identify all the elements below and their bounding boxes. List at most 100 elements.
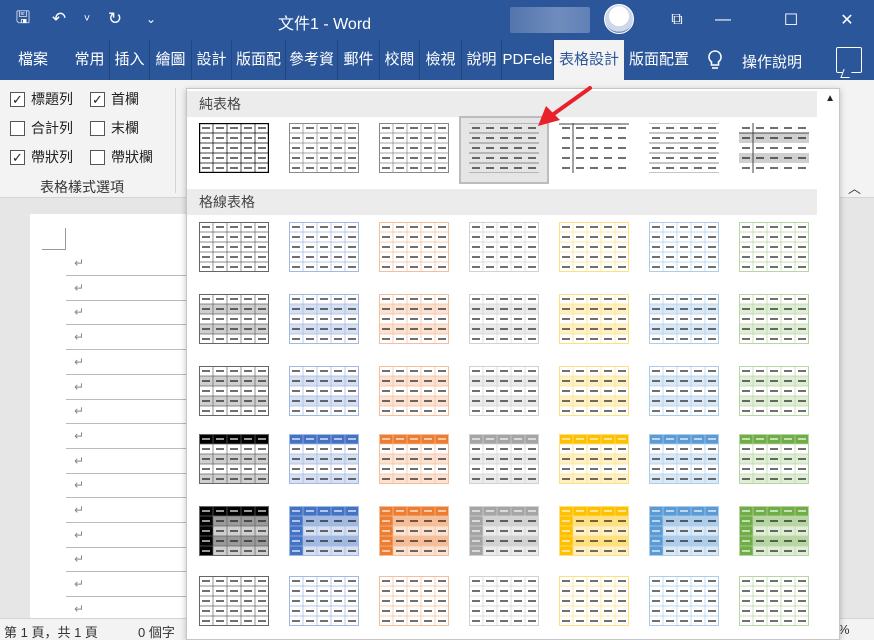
tab-insert[interactable]: 插入: [110, 40, 150, 80]
table-style-preview-icon: [559, 222, 629, 272]
grid-table-style-2-7[interactable]: [731, 289, 817, 353]
grid-table-style-2-1[interactable]: [191, 289, 277, 353]
grid-table-style-2-6[interactable]: [641, 289, 727, 353]
lightbulb-icon[interactable]: [706, 49, 728, 71]
page-count[interactable]: 第 1 頁，共 1 頁: [4, 622, 98, 640]
tab-draw[interactable]: 繪圖: [150, 40, 192, 80]
grid-table-style-3-2[interactable]: [281, 361, 367, 425]
grid-table-style-4-1[interactable]: [191, 429, 277, 493]
plain-table-style-7[interactable]: [731, 118, 817, 182]
last-column-option[interactable]: 末欄: [90, 118, 139, 138]
first-column-option[interactable]: ✓ 首欄: [90, 89, 139, 109]
grid-table-style-2-2[interactable]: [281, 289, 367, 353]
last-column-checkbox[interactable]: [90, 120, 105, 136]
first-column-checkbox[interactable]: ✓: [90, 91, 105, 107]
grid-table-style-4-5[interactable]: [551, 429, 637, 493]
grid-table-style-2-3[interactable]: [371, 289, 457, 353]
comments-icon[interactable]: [836, 47, 862, 73]
table-style-preview-icon: [739, 123, 809, 173]
grid-table-style-6-3[interactable]: [371, 571, 457, 635]
tab-view[interactable]: 檢視: [420, 40, 462, 80]
tab-references[interactable]: 參考資: [286, 40, 338, 80]
tab-table-design[interactable]: 表格設計: [554, 40, 624, 80]
grid-table-style-1-4[interactable]: [461, 217, 547, 281]
grid-table-style-4-6[interactable]: [641, 429, 727, 493]
redo-icon[interactable]: ↻: [102, 6, 128, 32]
header-row-option[interactable]: ✓ 標題列: [10, 89, 73, 109]
close-button[interactable]: ✕: [824, 0, 870, 40]
tab-file[interactable]: 檔案: [8, 40, 58, 80]
ribbon-display-options-button[interactable]: ⧉: [654, 0, 700, 40]
avatar[interactable]: [604, 4, 634, 34]
tab-home[interactable]: 常用: [70, 40, 110, 80]
paragraph-mark: ↵: [74, 527, 85, 542]
tab-mailings[interactable]: 郵件: [338, 40, 380, 80]
customize-qat-icon[interactable]: ⌄: [138, 6, 164, 32]
grid-table-style-5-2[interactable]: [281, 501, 367, 565]
grid-table-style-5-4[interactable]: [461, 501, 547, 565]
undo-dropdown-icon[interactable]: ˅: [82, 6, 92, 32]
grid-table-style-6-1[interactable]: [191, 571, 277, 635]
grid-table-style-2-4[interactable]: [461, 289, 547, 353]
grid-table-style-1-2[interactable]: [281, 217, 367, 281]
undo-icon[interactable]: ↶: [46, 6, 72, 32]
maximize-button[interactable]: ☐: [768, 0, 814, 40]
grid-table-style-1-7[interactable]: [731, 217, 817, 281]
save-icon[interactable]: 🖫: [10, 6, 36, 32]
banded-rows-checkbox[interactable]: ✓: [10, 149, 25, 165]
grid-table-style-1-3[interactable]: [371, 217, 457, 281]
grid-table-style-5-6[interactable]: [641, 501, 727, 565]
grid-table-style-4-4[interactable]: [461, 429, 547, 493]
minimize-button[interactable]: —: [700, 0, 746, 40]
table-style-preview-icon: [469, 222, 539, 272]
grid-table-style-3-4[interactable]: [461, 361, 547, 425]
grid-table-style-4-3[interactable]: [371, 429, 457, 493]
grid-table-style-5-5[interactable]: [551, 501, 637, 565]
tab-layout[interactable]: 版面配: [232, 40, 286, 80]
scroll-up-icon[interactable]: ▲: [825, 93, 835, 104]
grid-table-style-5-1[interactable]: [191, 501, 277, 565]
tell-me-label[interactable]: 操作說明: [742, 51, 802, 72]
table-style-preview-icon: [649, 222, 719, 272]
banded-columns-option[interactable]: 帶狀欄: [90, 147, 153, 167]
account-name-redacted[interactable]: [510, 7, 590, 33]
grid-table-style-5-7[interactable]: [731, 501, 817, 565]
grid-table-style-2-5[interactable]: [551, 289, 637, 353]
grid-table-style-3-5[interactable]: [551, 361, 637, 425]
total-row-checkbox[interactable]: [10, 120, 25, 136]
grid-table-style-3-1[interactable]: [191, 361, 277, 425]
grid-table-style-1-5[interactable]: [551, 217, 637, 281]
paragraph-mark: ↵: [74, 379, 85, 394]
grid-table-style-6-7[interactable]: [731, 571, 817, 635]
tab-table-layout[interactable]: 版面配置: [624, 40, 694, 80]
grid-table-style-6-2[interactable]: [281, 571, 367, 635]
grid-table-style-5-3[interactable]: [371, 501, 457, 565]
grid-table-style-3-3[interactable]: [371, 361, 457, 425]
grid-table-style-4-2[interactable]: [281, 429, 367, 493]
tab-review[interactable]: 校閱: [380, 40, 420, 80]
collapse-ribbon-icon[interactable]: ︿: [848, 178, 861, 197]
total-row-option[interactable]: 合計列: [10, 118, 73, 138]
grid-table-style-4-7[interactable]: [731, 429, 817, 493]
grid-table-style-6-4[interactable]: [461, 571, 547, 635]
paragraph-mark: ↵: [74, 305, 85, 320]
grid-table-style-6-5[interactable]: [551, 571, 637, 635]
word-count[interactable]: 0 個字: [138, 622, 175, 640]
plain-table-style-6[interactable]: [641, 118, 727, 182]
grid-table-style-1-6[interactable]: [641, 217, 727, 281]
grid-table-style-3-7[interactable]: [731, 361, 817, 425]
plain-table-style-3[interactable]: [371, 118, 457, 182]
grid-table-style-6-6[interactable]: [641, 571, 727, 635]
banded-rows-option[interactable]: ✓ 帶狀列: [10, 147, 73, 167]
tab-design[interactable]: 設計: [192, 40, 232, 80]
table-style-preview-icon: [289, 506, 359, 556]
tab-help[interactable]: 說明: [462, 40, 502, 80]
grid-table-style-3-6[interactable]: [641, 361, 727, 425]
banded-columns-checkbox[interactable]: [90, 149, 105, 165]
tab-pdfelement[interactable]: PDFele: [502, 40, 554, 80]
grid-table-style-1-1[interactable]: [191, 217, 277, 281]
header-row-checkbox[interactable]: ✓: [10, 91, 25, 107]
table-style-preview-icon: [379, 294, 449, 344]
plain-table-style-2[interactable]: [281, 118, 367, 182]
plain-table-style-1[interactable]: [191, 118, 277, 182]
